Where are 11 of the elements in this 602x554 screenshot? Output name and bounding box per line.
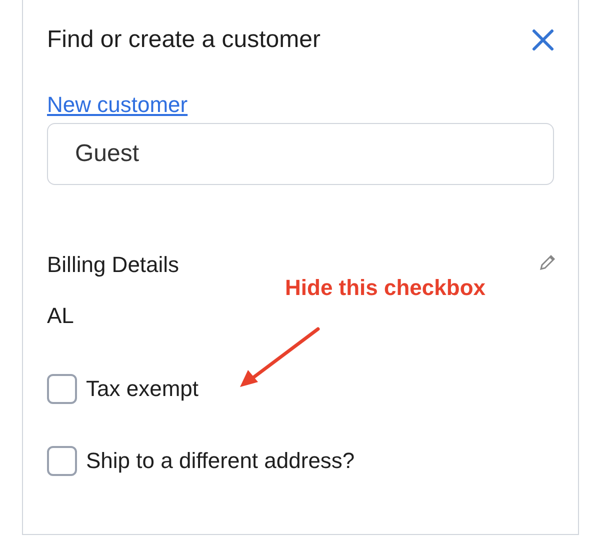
checkbox[interactable] [47,446,77,476]
billing-value: AL [47,302,74,330]
panel-title: Find or create a customer [47,25,320,55]
new-customer-link[interactable]: New customer [47,91,188,119]
checkbox-label: Tax exempt [86,375,198,403]
checkbox[interactable] [47,374,77,404]
billing-heading: Billing Details [47,251,180,279]
annotation-text: Hide this checkbox [285,274,486,302]
checkbox-label: Ship to a different address? [86,447,355,475]
customer-field[interactable]: Guest [47,123,554,185]
edit-icon[interactable] [538,252,558,272]
